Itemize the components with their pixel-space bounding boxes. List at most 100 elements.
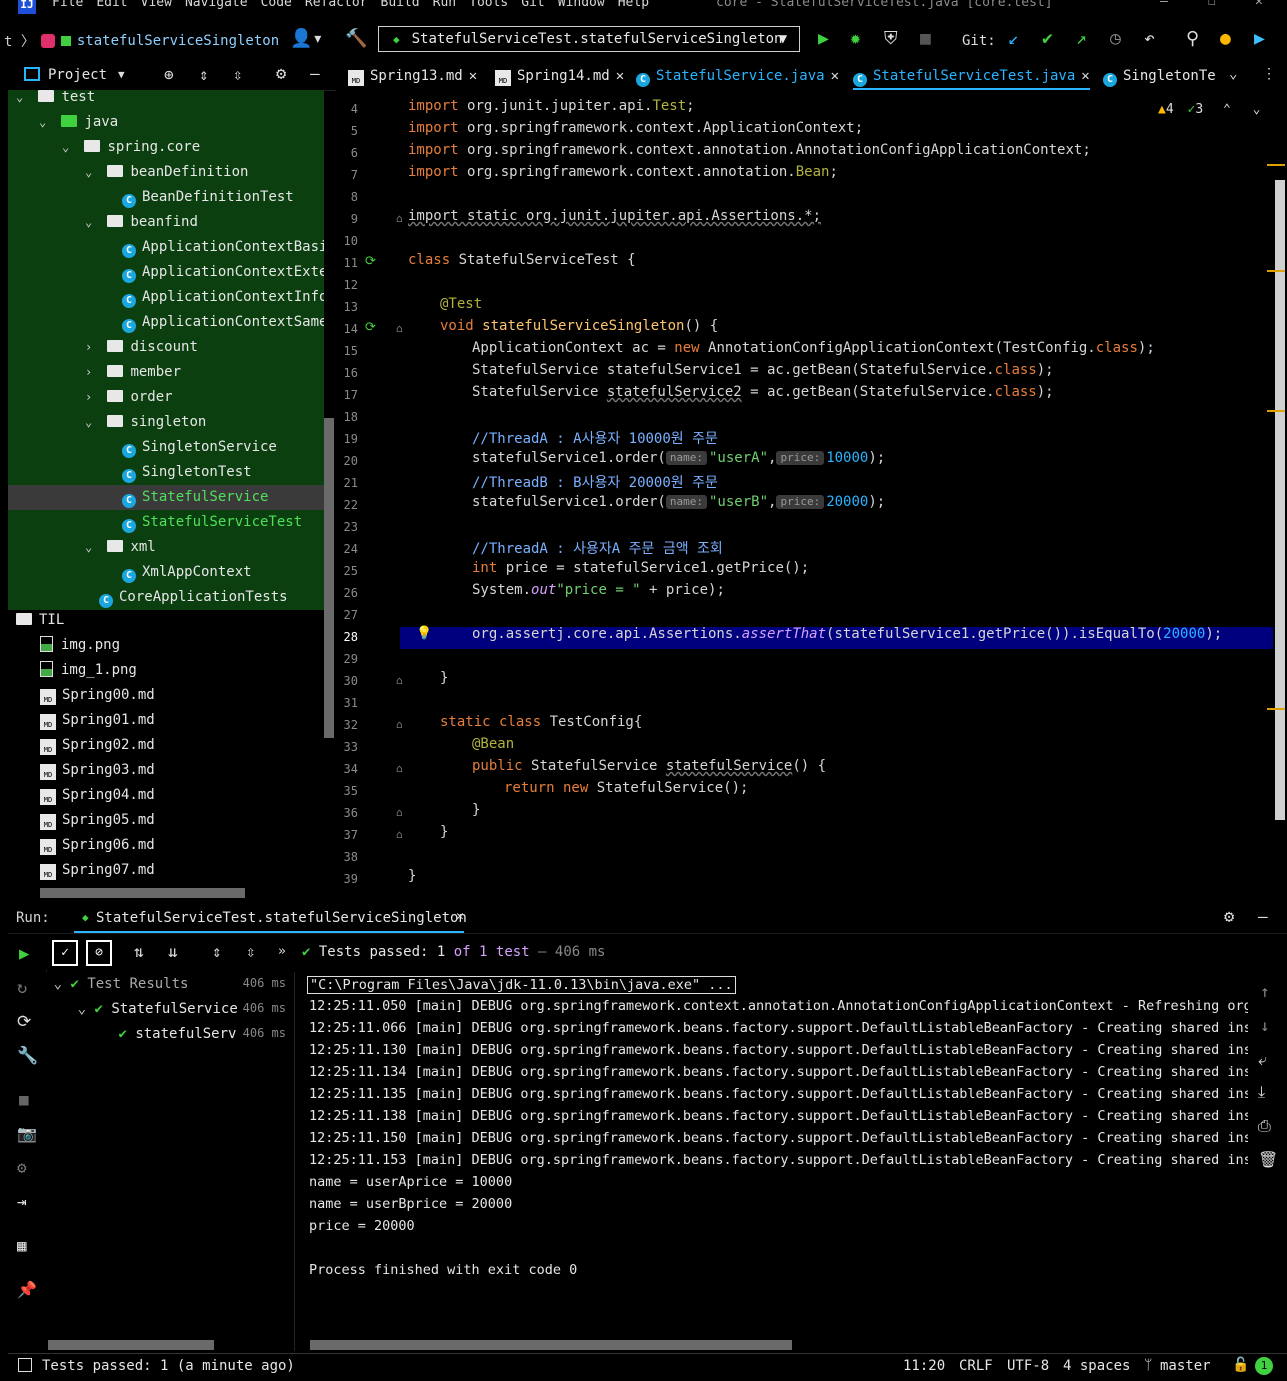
maximize-icon[interactable]: ☐ [1208,0,1216,9]
chevron-down-icon[interactable]: ⌄ [50,976,62,992]
stop-icon[interactable]: ■ [19,1090,29,1109]
soft-wrap-icon[interactable]: ⤶ [1258,1050,1267,1070]
git-history-icon[interactable]: ◷ [1110,30,1121,48]
fold-icon[interactable]: ⌂ [396,806,403,819]
tree-item[interactable]: C XmlAppContext [108,560,252,585]
chevron-down-icon[interactable]: ⌄ [16,90,30,110]
breadcrumb-method[interactable]: statefulServiceSingleton [77,33,279,49]
pin-icon[interactable]: 📌 [17,1280,37,1299]
locate-icon[interactable]: ⊕ [164,65,174,84]
tree-item[interactable]: ⌄ java [39,110,118,135]
tree-hscrollbar[interactable] [40,888,245,898]
close-tab-icon[interactable]: ✕ [469,68,477,84]
show-ignored-icon[interactable]: ⊘ [86,940,112,966]
file-encoding[interactable]: UTF-8 [1007,1358,1049,1374]
expand-all-icon[interactable]: ⇕ [199,65,209,84]
chevron-right-icon[interactable]: › [85,360,99,385]
results-hscrollbar[interactable] [48,1340,214,1350]
warning-marker[interactable] [1267,410,1285,412]
stop-icon[interactable]: ■ [920,30,931,48]
debug-icon[interactable]: ✹ [850,30,861,48]
tree-item[interactable]: C BeanDefinitionTest [108,185,294,210]
test-result-row[interactable]: ✔ statefulServ 406 ms [50,1026,290,1042]
tree-file[interactable]: MD Spring00.md [40,683,155,708]
tree-file[interactable]: img_1.png [40,658,137,683]
rerun-icon[interactable]: ▶ [19,944,29,964]
git-push-icon[interactable]: ↗ [1076,30,1087,48]
tree-item[interactable]: ⌄ test [16,90,95,110]
fold-icon[interactable]: ⌂ [396,762,403,775]
menu-git[interactable]: Git [521,0,544,10]
previous-highlight-icon[interactable]: ⌃ [1223,102,1231,117]
warning-marker[interactable] [1267,270,1285,272]
test-result-row[interactable]: ⌄ ✔ StatefulService 406 ms [50,1001,290,1017]
intention-bulb-icon[interactable]: 💡 [416,626,432,641]
hide-panel-icon[interactable]: — [1258,907,1268,926]
run-tab-label[interactable]: StatefulServiceTest.statefulServiceSingl… [96,910,467,926]
menu-edit[interactable]: Edit [96,0,127,10]
chevron-right-icon[interactable]: › [85,335,99,360]
tree-item[interactable]: ⌄ spring.core [62,135,200,160]
print-icon[interactable]: ⎙ [1258,1116,1271,1136]
menu-view[interactable]: View [141,0,172,10]
warning-marker[interactable] [1267,164,1285,166]
menu-window[interactable]: Window [558,0,605,10]
editor-tab[interactable]: C SingletonTe [1103,62,1216,90]
tree-item[interactable]: C SingletonService [108,435,277,460]
menu-run[interactable]: Run [433,0,456,10]
caret-position[interactable]: 11:20 [903,1358,945,1374]
tree-item[interactable]: ⌄ beanfind [85,210,198,235]
menu-navigate[interactable]: Navigate [185,0,248,10]
run-configuration-select[interactable]: ◆ StatefulServiceTest.statefulServiceSin… [378,26,800,52]
tree-item[interactable]: › discount [85,335,198,360]
tree-file[interactable]: MD Spring05.md [40,808,155,833]
tree-item[interactable]: › order [85,385,173,410]
chevron-down-icon[interactable]: ⌄ [39,110,53,135]
trash-icon[interactable]: 🗑 [1258,1150,1278,1169]
editor-scrollbar[interactable] [1267,90,1287,900]
git-update-icon[interactable]: ↙ [1008,30,1019,48]
fold-icon[interactable]: ⌂ [396,674,403,687]
toggle-auto-test-icon[interactable]: ⟳ [17,1012,31,1032]
hide-panel-icon[interactable]: — [310,64,320,83]
fold-icon[interactable]: ⌂ [396,718,403,731]
gear-icon[interactable]: ⚙ [1224,907,1234,927]
tree-file[interactable]: MD Spring01.md [40,708,155,733]
menu-build[interactable]: Build [381,0,420,10]
notifications-badge[interactable]: 1 [1255,1357,1273,1375]
next-highlight-icon[interactable]: ⌄ [1253,102,1261,117]
tree-item[interactable]: C StatefulService [8,485,324,510]
chevron-down-icon[interactable]: ⌄ [85,535,99,560]
run-test-icon[interactable]: ⟳ [365,254,376,269]
tree-file[interactable]: MD Spring07.md [40,858,155,883]
tree-item[interactable]: ⌄ singleton [85,410,206,435]
editor-tab[interactable]: C StatefulService.java ✕ [636,62,839,90]
collapse-all-icon[interactable]: ⇳ [246,942,256,961]
run-icon[interactable]: ▶ [818,30,829,48]
tree-file[interactable]: img.png [40,633,120,658]
menu-tools[interactable]: Tools [469,0,508,10]
navigation-breadcrumb[interactable]: t 〉 statefulServiceSingleton [4,31,279,51]
build-hammer-icon[interactable]: 🔨 [345,30,367,48]
console-output[interactable]: "C:\Program Files\Java\jdk-11.0.13\bin\j… [296,972,1248,1351]
chevron-down-icon[interactable]: ⌄ [50,1001,86,1017]
tree-item[interactable]: ⌄ xml [85,535,156,560]
tree-item[interactable]: › member [85,360,181,385]
more-icon[interactable]: » [278,944,286,959]
tabs-overflow-icon[interactable]: ⌄ [1229,66,1237,82]
line-separator[interactable]: CRLF [959,1358,993,1374]
fold-icon[interactable]: ⌂ [396,212,403,225]
chevron-down-icon[interactable]: ⌄ [85,210,99,235]
warning-marker[interactable] [1267,708,1285,710]
tree-file[interactable]: MD Spring06.md [40,833,155,858]
close-tab-icon[interactable]: ✕ [831,68,839,84]
wrench-icon[interactable]: 🔧 [17,1046,38,1066]
tree-item[interactable]: C ApplicationContextExtendsFindTest [108,260,324,285]
tree-item[interactable]: ⌄ beanDefinition [85,160,248,185]
export-icon[interactable]: ⇥ [17,1192,27,1211]
close-tab-icon[interactable]: ✕ [1081,68,1089,84]
rerun-failed-icon[interactable]: ↻ [17,978,27,998]
project-view-title[interactable]: Project [48,67,107,83]
code-editor[interactable]: 4 5 6 7 8 9 10 11 12 13 14 15 16 17 18 19 20 21 22 23 24 25 26… [338,90,1273,900]
fold-icon[interactable]: ⌂ [396,322,403,335]
